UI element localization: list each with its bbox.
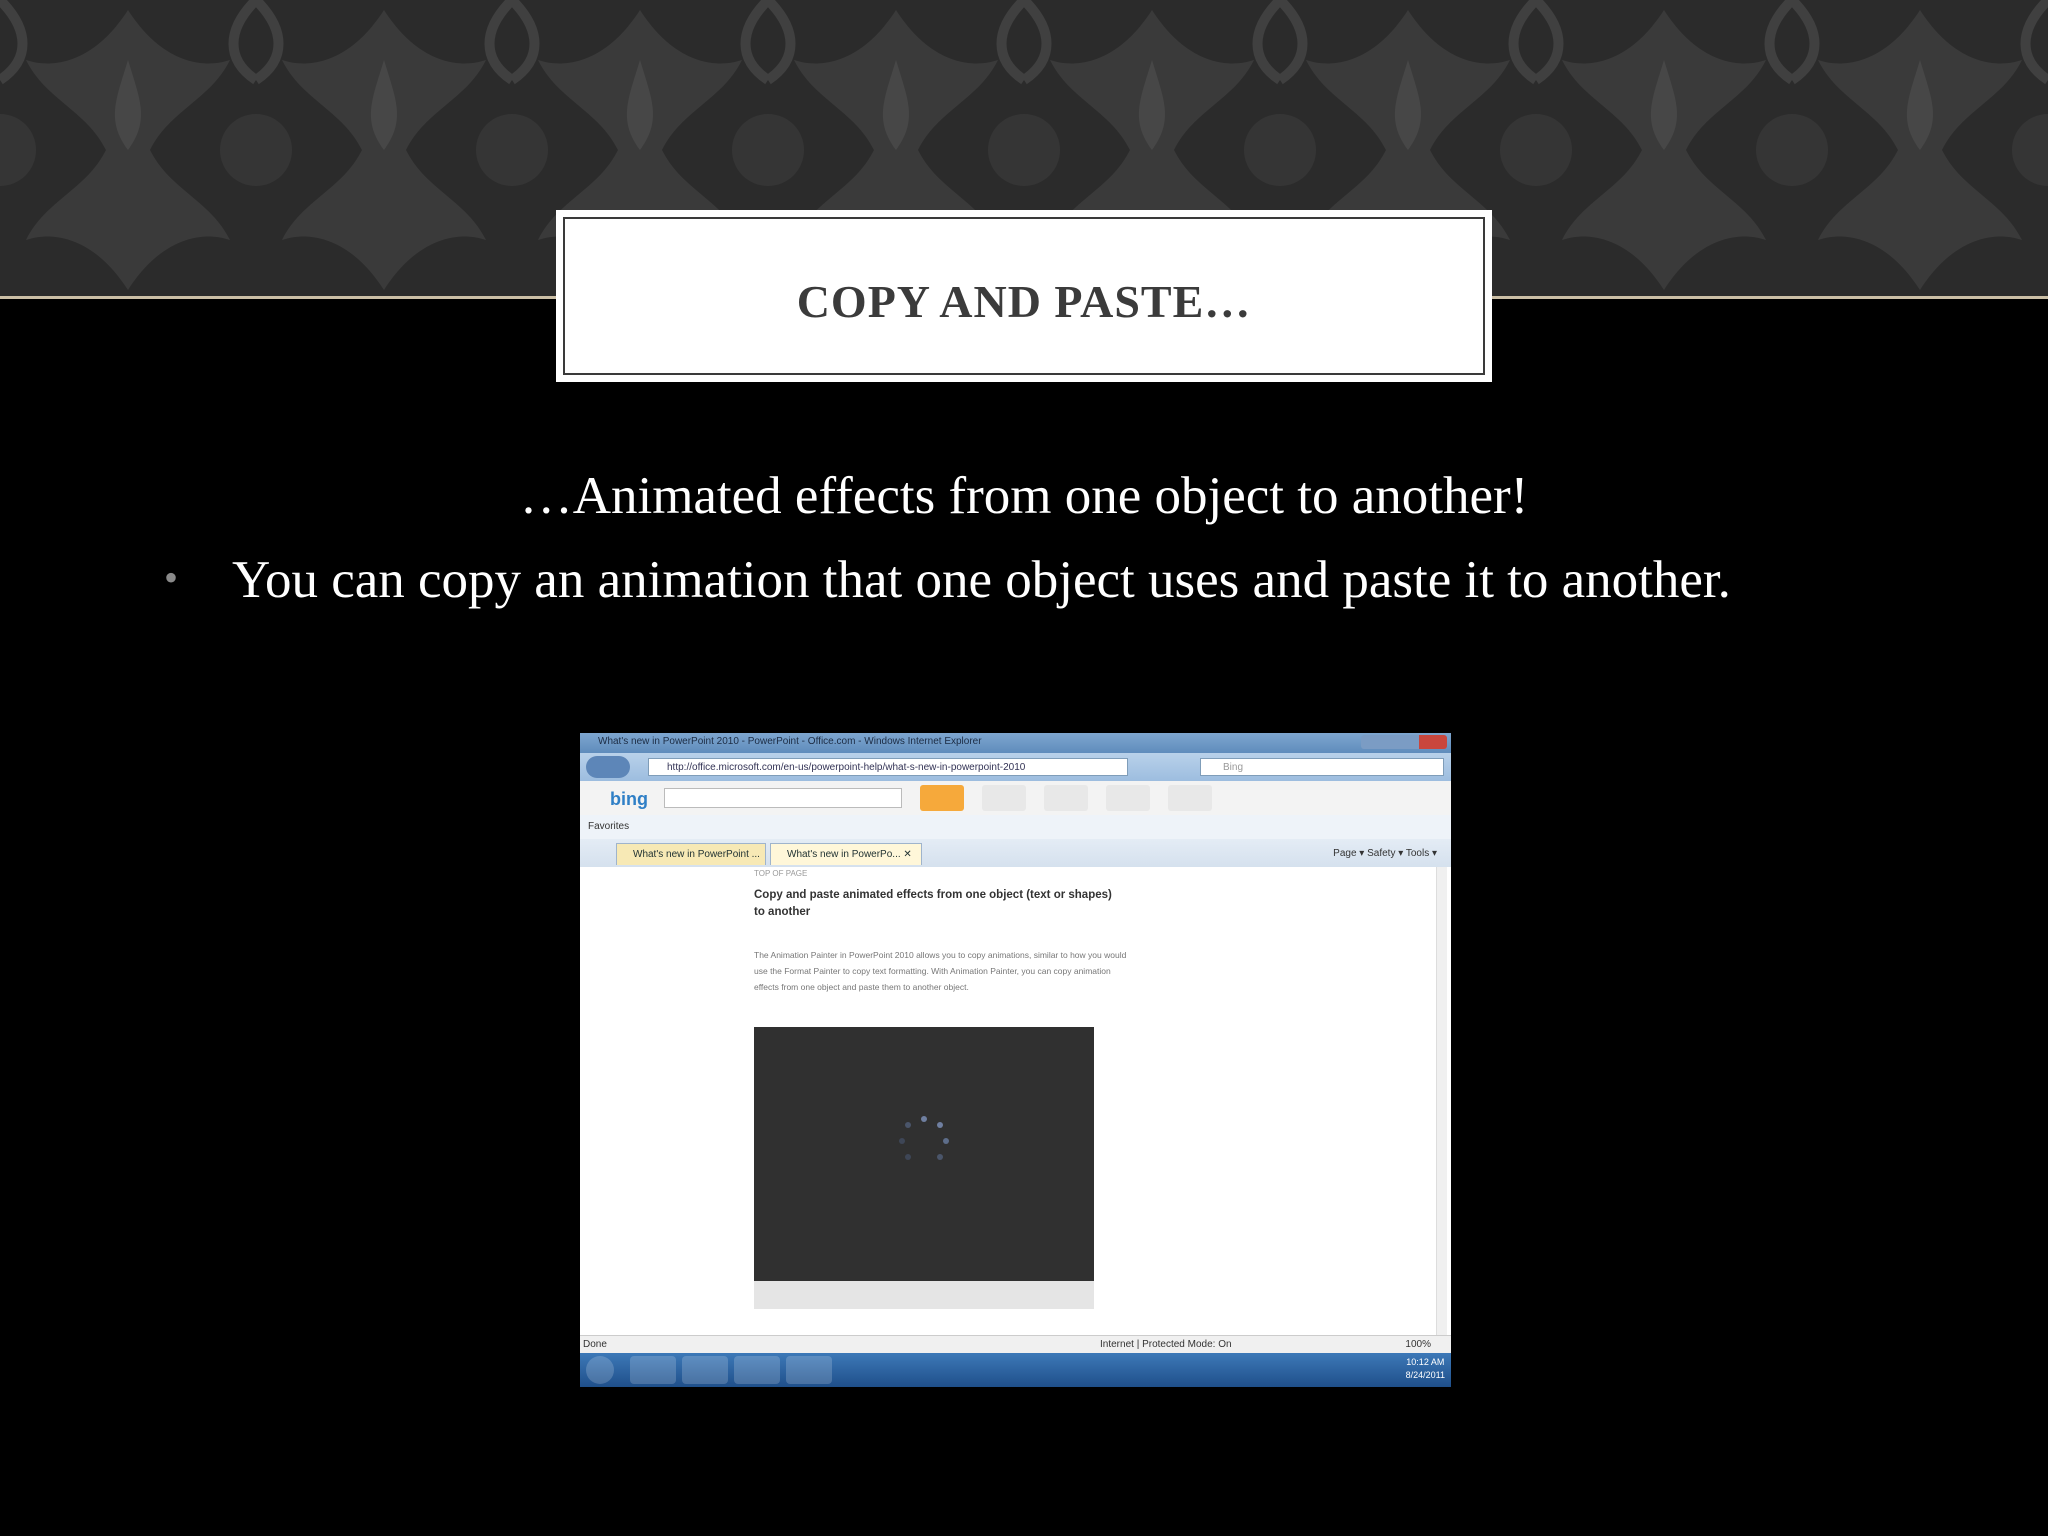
status-bar: Done Internet | Protected Mode: On 100% xyxy=(580,1335,1451,1354)
video-controls xyxy=(754,1281,1094,1309)
bing-logo: bing xyxy=(610,789,648,809)
address-bar: http://office.microsoft.com/en-us/powerp… xyxy=(580,753,1451,781)
article-heading: Copy and paste animated effects from one… xyxy=(754,889,1112,918)
bing-tools xyxy=(920,785,1212,811)
back-forward-icon xyxy=(586,756,630,778)
tab-2: What's new in PowerPo... ✕ xyxy=(770,843,922,865)
media-player-taskbar-icon xyxy=(734,1356,780,1384)
bing-toolbar: bing xyxy=(580,781,1451,816)
explorer-taskbar-icon xyxy=(682,1356,728,1384)
clock-time: 10:12 AM xyxy=(1406,1357,1445,1367)
window-titlebar: What's new in PowerPoint 2010 - PowerPoi… xyxy=(580,733,1451,753)
status-text: Done xyxy=(583,1339,607,1350)
weather-icon xyxy=(1044,785,1088,811)
zoom-level: 100% xyxy=(1405,1339,1431,1350)
windows-taskbar: 10:12 AM 8/24/2011 xyxy=(580,1353,1451,1387)
command-bar: Page ▾ Safety ▾ Tools ▾ xyxy=(1333,848,1437,859)
web-page-content: TOP OF PAGE Copy and paste animated effe… xyxy=(580,867,1451,1335)
ie-taskbar-icon xyxy=(630,1356,676,1384)
article-body: The Animation Painter in PowerPoint 2010… xyxy=(754,950,1127,992)
bullet-dot-icon: • xyxy=(164,555,179,600)
security-zone: Internet | Protected Mode: On xyxy=(1100,1339,1232,1350)
video-player xyxy=(754,1027,1094,1309)
tab-strip: What's new in PowerPoint ... What's new … xyxy=(580,839,1451,868)
url-field: http://office.microsoft.com/en-us/powerp… xyxy=(648,758,1128,776)
favorites-label: Favorites xyxy=(588,821,630,832)
stocks-icon xyxy=(1106,785,1150,811)
slide-subtitle: …Animated effects from one object to ano… xyxy=(519,467,1529,525)
powerpoint-taskbar-icon xyxy=(786,1356,832,1384)
autofill-icon xyxy=(982,785,1026,811)
embedded-screenshot: What's new in PowerPoint 2010 - PowerPoi… xyxy=(580,733,1451,1387)
search-field: Bing xyxy=(1200,758,1444,776)
videos-icon xyxy=(1168,785,1212,811)
loading-spinner-icon xyxy=(899,1116,949,1160)
bing-search-box xyxy=(664,788,902,808)
top-of-page-link: TOP OF PAGE xyxy=(754,869,808,878)
title-box: COPY AND PASTE… xyxy=(556,210,1492,382)
news-icon xyxy=(920,785,964,811)
slide-title: COPY AND PASTE… xyxy=(796,276,1252,327)
tab-1: What's new in PowerPoint ... xyxy=(616,843,766,865)
window-controls xyxy=(1361,735,1447,749)
scrollbar xyxy=(1436,867,1447,1335)
start-button-icon xyxy=(586,1356,614,1384)
system-clock: 10:12 AM 8/24/2011 xyxy=(1406,1356,1445,1382)
bullet-text: You can copy an animation that one objec… xyxy=(232,551,1731,609)
clock-date: 8/24/2011 xyxy=(1405,1370,1445,1380)
favorites-bar: Favorites xyxy=(580,815,1451,839)
bullet-item: • You can copy an animation that one obje… xyxy=(164,550,1731,610)
window-title: What's new in PowerPoint 2010 - PowerPoi… xyxy=(598,736,982,747)
